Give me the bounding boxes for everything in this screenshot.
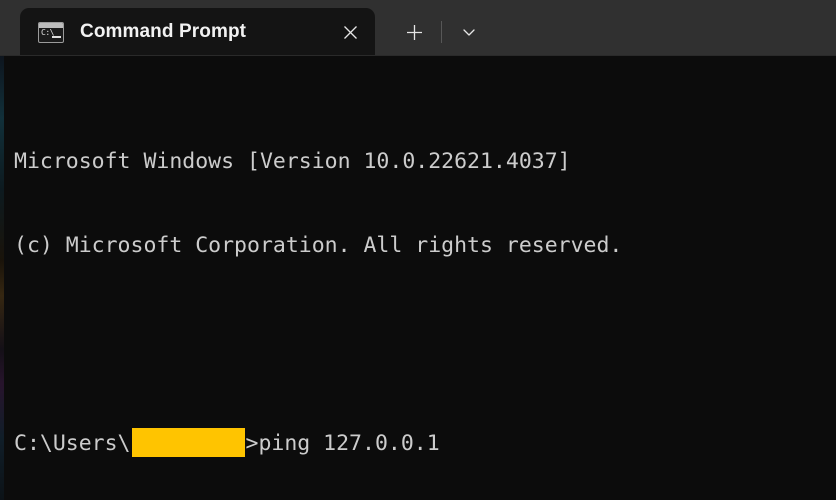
terminal-screen: Microsoft Windows [Version 10.0.22621.40… [14,64,836,500]
toolbar-divider [441,21,442,43]
tab-strip: C:\ Command Prompt [0,0,486,56]
terminal-line-banner-copyright: (c) Microsoft Corporation. All rights re… [14,233,623,258]
terminal-output-area[interactable]: Microsoft Windows [Version 10.0.22621.40… [0,56,836,500]
prompt-command-text: >ping 127.0.0.1 [245,431,440,456]
prompt-path: C:\Users\ [14,431,131,456]
username-redaction-box [131,428,245,457]
close-icon-svg [343,25,357,39]
tab-command-prompt[interactable]: C:\ Command Prompt [20,8,375,56]
command-prompt-window: C:\ Command Prompt Microsoft Windows [Ve… [0,0,836,500]
tab-title: Command Prompt [80,21,247,42]
tab-dropdown-button[interactable] [452,15,486,49]
chevron-down-icon [463,29,475,36]
window-left-edge [0,56,4,500]
console-window-icon: C:\ [38,21,64,43]
terminal-line-prompt-command: C:\Users\ >ping 127.0.0.1 [14,428,836,457]
close-icon[interactable] [335,17,365,47]
titlebar[interactable]: C:\ Command Prompt [0,0,836,56]
new-tab-button[interactable] [397,15,431,49]
plus-icon [406,24,422,40]
terminal-line-banner-version: Microsoft Windows [Version 10.0.22621.40… [14,149,571,174]
